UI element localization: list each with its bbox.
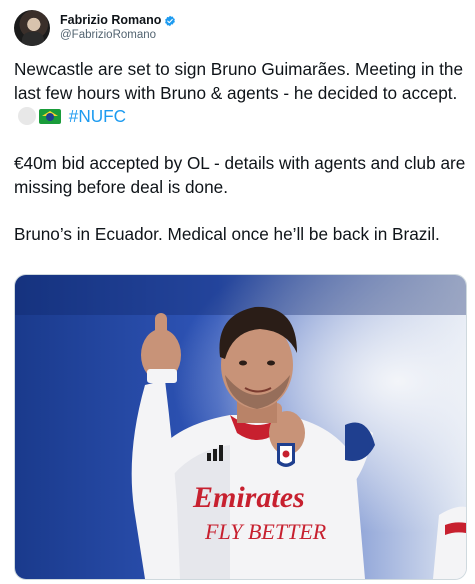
tweet-header: Fabrizio Romano @FabrizioRomano (14, 6, 176, 50)
player-photo: Emirates FLY BETTER (15, 275, 466, 579)
author-avatar[interactable] (14, 10, 50, 46)
author-handle[interactable]: @FabrizioRomano (60, 28, 176, 43)
author-names: Fabrizio Romano @FabrizioRomano (60, 13, 176, 43)
tweet-paragraph-3: Bruno’s in Ecuador. Medical once he’ll b… (14, 223, 440, 244)
tweet-media-photo[interactable]: Emirates FLY BETTER (14, 274, 467, 580)
tweet-paragraph-1: Newcastle are set to sign Bruno Guimarãe… (14, 58, 469, 129)
jersey-sponsor-line2: FLY BETTER (204, 519, 327, 544)
tweet-paragraph-1-text: Newcastle are set to sign Bruno Guimarãe… (14, 59, 468, 103)
brazil-flag-emoji-icon (39, 109, 61, 124)
white-circle-emoji-icon (18, 107, 36, 125)
verified-badge-icon (165, 15, 176, 26)
tweet-paragraph-2: €40m bid accepted by OL - details with a… (14, 153, 471, 197)
hashtag-link[interactable]: #NUFC (69, 106, 126, 126)
jersey-sponsor-line1: Emirates (192, 481, 305, 514)
author-display-name[interactable]: Fabrizio Romano (60, 13, 161, 28)
tweet-card: Fabrizio Romano @FabrizioRomano Newcastl… (0, 0, 475, 584)
author-name-row: Fabrizio Romano (60, 13, 176, 28)
tweet-text: Newcastle are set to sign Bruno Guimarãe… (14, 58, 469, 246)
